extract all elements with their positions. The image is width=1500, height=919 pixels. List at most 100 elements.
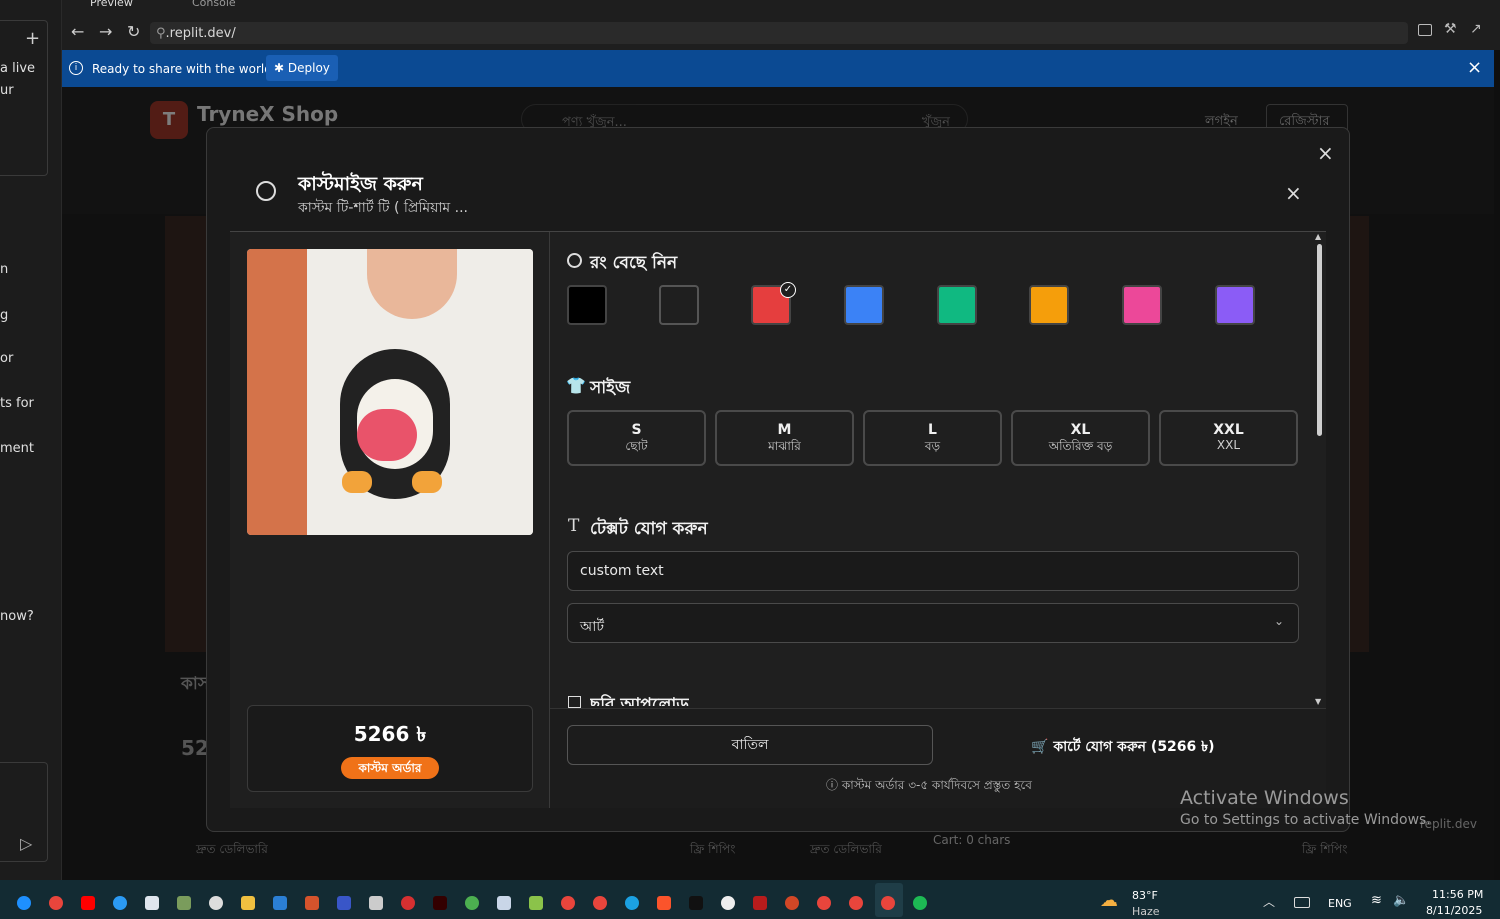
chrome-icon[interactable] — [881, 896, 895, 910]
palette-icon — [567, 253, 582, 268]
scroll-down-icon[interactable]: ▼ — [1315, 697, 1321, 706]
folder-icon[interactable] — [241, 896, 255, 910]
chevron-up-icon[interactable]: ︿ — [1263, 893, 1275, 910]
app-icon[interactable] — [209, 896, 223, 910]
size-code: XXL — [1213, 422, 1244, 438]
edge-icon[interactable] — [625, 896, 639, 910]
app-icon[interactable] — [401, 896, 415, 910]
app-icon[interactable] — [753, 896, 767, 910]
size-code: XL — [1070, 422, 1091, 438]
reload-icon[interactable]: ↻ — [127, 22, 140, 41]
app-icon[interactable] — [17, 896, 31, 910]
clock-date[interactable]: 8/11/2025 — [1426, 904, 1482, 917]
panel-text: ur — [0, 83, 14, 98]
app-icon[interactable] — [689, 896, 703, 910]
youtube-icon[interactable] — [81, 896, 95, 910]
activate-windows-subtitle: Go to Settings to activate Windows. — [1180, 812, 1431, 828]
size-heading: সাইজ — [590, 378, 631, 398]
cancel-button[interactable]: বাতিল — [567, 725, 933, 765]
panel-text: now? — [0, 609, 34, 624]
printer-icon[interactable] — [369, 896, 383, 910]
url-text: .replit.dev/ — [165, 26, 236, 41]
chrome-icon[interactable] — [465, 896, 479, 910]
forward-icon[interactable]: → — [99, 22, 112, 41]
deploy-button[interactable]: ✱ Deploy — [266, 55, 338, 81]
production-note: ⓘ কাস্টম অর্ডার ৩-৫ কার্যদিবসে প্রস্তুত … — [826, 776, 1032, 797]
activate-windows-title: Activate Windows — [1180, 787, 1349, 809]
color-swatch-blue[interactable] — [844, 285, 884, 325]
size-option-l[interactable]: L বড় — [863, 410, 1002, 466]
shop-feature: ফ্রি শিপিং — [690, 842, 736, 856]
chrome-icon[interactable] — [593, 896, 607, 910]
text-heading: টেক্সট যোগ করুন — [590, 519, 708, 539]
shop-name[interactable]: TryneX Shop — [197, 102, 338, 126]
clock-time[interactable]: 11:56 PM — [1432, 888, 1483, 901]
size-option-m[interactable]: M মাঝারি — [715, 410, 854, 466]
info-icon: ⓘ — [826, 778, 842, 792]
color-swatch-dark[interactable] — [659, 285, 699, 325]
scroll-up-icon[interactable]: ▲ — [1315, 232, 1321, 241]
color-swatch-purple[interactable] — [1215, 285, 1255, 325]
back-icon[interactable]: ← — [71, 22, 84, 41]
font-select[interactable]: আর্ট ⌄ — [567, 603, 1299, 643]
app-icon[interactable] — [721, 896, 735, 910]
chat-card — [0, 20, 48, 176]
color-swatch-green[interactable] — [937, 285, 977, 325]
price-value: 5266 ৳ — [353, 722, 427, 746]
panel-text: ment — [0, 441, 34, 456]
heart-shape — [357, 409, 417, 461]
chrome-icon[interactable] — [49, 896, 63, 910]
size-label: অতিরিক্ত বড় — [1048, 439, 1113, 453]
add-to-cart-button[interactable]: 🛒 কার্টে যোগ করুন (5266 ৳) — [1031, 735, 1215, 759]
check-icon: ✓ — [780, 282, 796, 298]
devices-icon[interactable] — [1418, 24, 1432, 36]
app-icon[interactable] — [337, 896, 351, 910]
add-icon[interactable]: + — [25, 28, 40, 49]
close-icon[interactable]: × — [1317, 141, 1334, 165]
foot-shape — [342, 471, 372, 493]
close-icon[interactable]: × — [1285, 181, 1302, 205]
color-swatch-orange[interactable] — [1029, 285, 1069, 325]
tab-console[interactable]: Console — [192, 0, 236, 9]
illustrator-icon[interactable] — [433, 896, 447, 910]
chrome-icon[interactable] — [849, 896, 863, 910]
chrome-icon[interactable] — [817, 896, 831, 910]
language-indicator[interactable]: ENG — [1328, 897, 1352, 910]
spotify-icon[interactable] — [913, 896, 927, 910]
address-input[interactable]: ⚲.replit.dev/ — [150, 22, 1408, 44]
size-option-s[interactable]: S ছোট — [567, 410, 706, 466]
link-icon: ⚲ — [156, 26, 166, 41]
send-icon[interactable]: ▷ — [20, 834, 32, 853]
text-icon: T — [568, 516, 580, 536]
color-swatch-pink[interactable] — [1122, 285, 1162, 325]
app-icon[interactable] — [177, 896, 191, 910]
price-card: 5266 ৳ কাস্টম অর্ডার — [247, 705, 533, 792]
wrench-icon[interactable]: ⚒ — [1444, 21, 1457, 37]
app-icon[interactable] — [529, 896, 543, 910]
volume-icon[interactable]: 🔈 — [1393, 893, 1409, 908]
wifi-icon[interactable]: ≋ — [1371, 893, 1382, 908]
palette-icon — [256, 181, 276, 201]
scrollbar-thumb[interactable] — [1317, 244, 1322, 436]
color-swatch-black[interactable] — [567, 285, 607, 325]
size-label: বড় — [924, 439, 941, 453]
color-heading: রং বেছে নিন — [590, 253, 678, 273]
size-option-xl[interactable]: XL অতিরিক্ত বড় — [1011, 410, 1150, 466]
banner-text: Ready to share with the world? — [92, 62, 279, 76]
tab-preview[interactable]: Preview — [90, 0, 133, 9]
vscode-icon[interactable] — [273, 896, 287, 910]
app-icon[interactable] — [305, 896, 319, 910]
close-icon[interactable]: × — [1467, 57, 1482, 78]
brave-icon[interactable] — [657, 896, 671, 910]
chrome-icon[interactable] — [561, 896, 575, 910]
shop-logo[interactable]: T — [150, 101, 188, 139]
tab-bar: Preview Console — [62, 0, 1500, 14]
app-icon[interactable] — [497, 896, 511, 910]
custom-text-input[interactable]: custom text — [567, 551, 1299, 591]
app-icon[interactable] — [145, 896, 159, 910]
app-icon[interactable] — [113, 896, 127, 910]
keyboard-icon[interactable] — [1294, 897, 1310, 908]
size-option-xxl[interactable]: XXL XXL — [1159, 410, 1298, 466]
powerpoint-icon[interactable] — [785, 896, 799, 910]
external-link-icon[interactable]: ↗ — [1470, 21, 1482, 37]
